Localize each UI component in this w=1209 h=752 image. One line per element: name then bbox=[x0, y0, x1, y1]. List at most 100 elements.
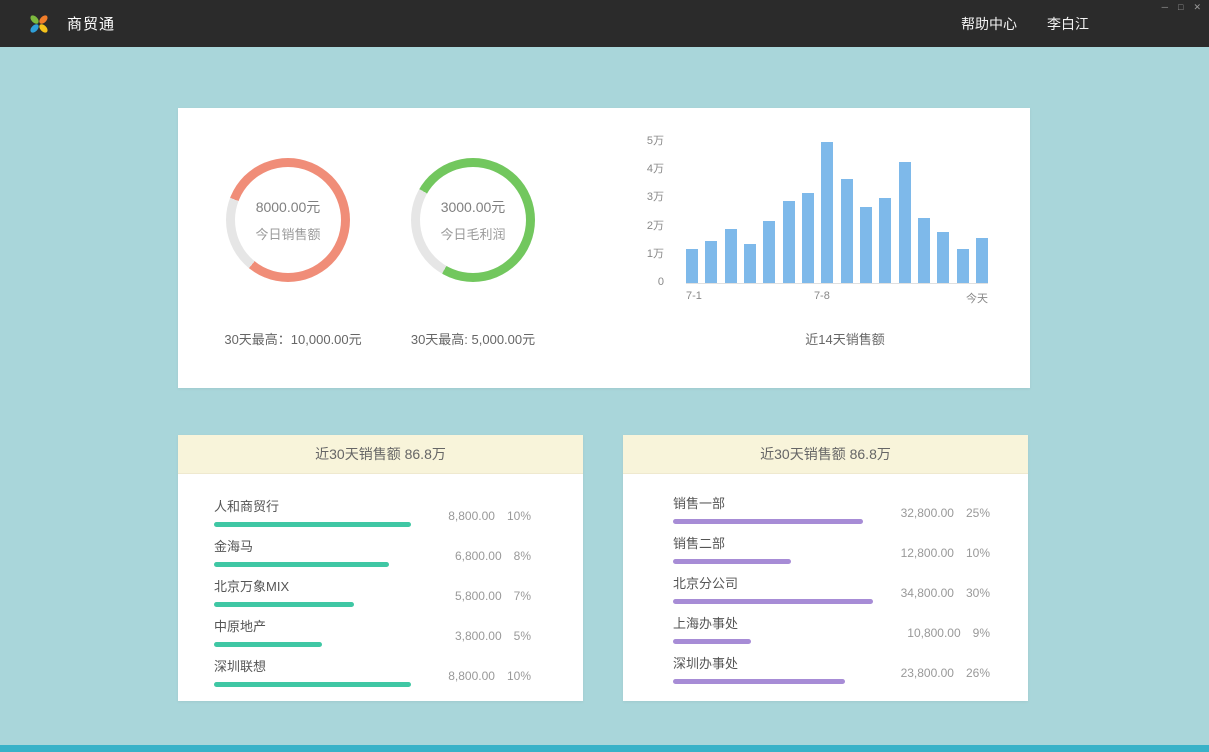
list-item: 北京万象MIX 5,800.00 7% bbox=[214, 567, 531, 607]
row-bar-fill bbox=[673, 679, 845, 684]
row-bar bbox=[673, 519, 873, 524]
row-label: 上海办事处 bbox=[673, 613, 873, 632]
row-value: 8,800.00 bbox=[448, 669, 495, 683]
row-bar bbox=[214, 522, 411, 527]
row-bar bbox=[673, 599, 873, 604]
row-percent: 25% bbox=[966, 506, 990, 520]
list-item: 北京分公司 34,800.0030% bbox=[673, 564, 990, 604]
row-percent: 26% bbox=[966, 666, 990, 680]
y-tick: 2万 bbox=[647, 221, 664, 232]
y-tick: 1万 bbox=[647, 249, 664, 260]
row-left: 销售二部 bbox=[673, 533, 873, 564]
window-controls: ─ □ ✕ bbox=[1162, 3, 1201, 12]
customer-rank-card: 近30天销售额 86.8万 人和商贸行 8,800.0010% 金海马 6,80… bbox=[178, 435, 583, 701]
row-label: 北京万象MIX bbox=[214, 576, 411, 595]
row-stats: 6,800.00 8% bbox=[455, 549, 531, 567]
row-stats: 32,800.00 25% bbox=[901, 506, 990, 524]
titlebar: 商贸通 帮助中心 李白江 ─ □ ✕ bbox=[0, 0, 1209, 47]
help-center-link[interactable]: 帮助中心 bbox=[961, 14, 1017, 34]
bar bbox=[899, 162, 911, 283]
donut-center: 8000.00元 今日销售额 bbox=[235, 167, 341, 273]
row-left: 深圳联想 bbox=[214, 656, 411, 687]
y-tick: 5万 bbox=[647, 136, 664, 147]
row-left: 中原地产 bbox=[214, 616, 411, 647]
row-stats: 8,800.0010% bbox=[448, 509, 531, 527]
today-profit-footnote: 30天最高: 5,000.00元 bbox=[363, 329, 583, 348]
bar bbox=[763, 221, 775, 283]
row-stats: 23,800.0026% bbox=[901, 666, 990, 684]
bar bbox=[725, 229, 737, 283]
row-percent: 8% bbox=[514, 549, 531, 563]
row-label: 金海马 bbox=[214, 536, 411, 555]
row-bar bbox=[673, 679, 873, 684]
row-value: 8,800.00 bbox=[448, 509, 495, 523]
row-value: 34,800.00 bbox=[901, 586, 954, 600]
bar bbox=[841, 179, 853, 283]
sales-bar-chart: 5万4万3万2万1万0 7-1 7-8 今天 bbox=[640, 136, 990, 316]
x-tick-first: 7-1 bbox=[686, 290, 702, 302]
today-sales-donut: 8000.00元 今日销售额 bbox=[226, 158, 350, 282]
row-label: 深圳办事处 bbox=[673, 653, 873, 672]
bar bbox=[918, 218, 930, 283]
today-profit-donut: 3000.00元 今日毛利润 bbox=[411, 158, 535, 282]
row-value: 12,800.00 bbox=[901, 546, 954, 560]
y-tick: 4万 bbox=[647, 164, 664, 175]
y-axis: 5万4万3万2万1万0 bbox=[640, 136, 664, 288]
row-percent: 10% bbox=[507, 669, 531, 683]
row-value: 6,800.00 bbox=[455, 549, 502, 563]
row-bar bbox=[673, 559, 873, 564]
row-stats: 3,800.005% bbox=[455, 629, 531, 647]
bar bbox=[802, 193, 814, 283]
bar bbox=[937, 232, 949, 283]
bar bbox=[957, 249, 969, 283]
row-stats: 34,800.0030% bbox=[901, 586, 990, 604]
row-bar-fill bbox=[673, 599, 873, 604]
bar bbox=[879, 198, 891, 283]
row-bar bbox=[214, 642, 411, 647]
row-stats: 12,800.0010% bbox=[901, 546, 990, 564]
row-bar-fill bbox=[214, 602, 354, 607]
row-bar-fill bbox=[673, 559, 791, 564]
footer-strip bbox=[0, 745, 1209, 752]
overview-card: 8000.00元 今日销售额 30天最高：10,000.00元 3000.00元… bbox=[178, 108, 1030, 388]
row-bar-fill bbox=[673, 639, 751, 644]
close-button[interactable]: ✕ bbox=[1193, 3, 1201, 12]
today-profit-value: 3000.00元 bbox=[441, 197, 506, 217]
row-bar bbox=[673, 639, 873, 644]
row-left: 上海办事处 bbox=[673, 613, 873, 644]
bar bbox=[744, 244, 756, 283]
row-label: 北京分公司 bbox=[673, 573, 873, 592]
x-tick-middle: 7-8 bbox=[814, 290, 830, 302]
user-menu[interactable]: 李白江 bbox=[1047, 14, 1089, 34]
row-bar-fill bbox=[214, 642, 322, 647]
row-bar-fill bbox=[673, 519, 863, 524]
row-left: 北京分公司 bbox=[673, 573, 873, 604]
row-bar bbox=[214, 682, 411, 687]
minimize-button[interactable]: ─ bbox=[1162, 3, 1168, 12]
customer-rank-list: 人和商贸行 8,800.0010% 金海马 6,800.008% 北京万象MIX bbox=[178, 474, 583, 687]
department-rank-card: 近30天销售额 86.8万 销售一部 32,800.0025% 销售二部 12,… bbox=[623, 435, 1028, 701]
row-bar bbox=[214, 602, 411, 607]
row-stats: 10,800.009% bbox=[907, 626, 990, 644]
department-rank-list: 销售一部 32,800.00 25% 销售二部 12,800.0010% 北京分公… bbox=[623, 474, 1028, 684]
row-label: 销售二部 bbox=[673, 533, 873, 552]
list-item: 销售二部 12,800.0010% bbox=[673, 524, 990, 564]
maximize-button[interactable]: □ bbox=[1178, 3, 1183, 12]
app-title: 商贸通 bbox=[67, 13, 115, 34]
row-bar-fill bbox=[214, 562, 389, 567]
row-bar bbox=[214, 562, 411, 567]
row-value: 32,800.00 bbox=[901, 506, 954, 520]
today-sales-label: 今日销售额 bbox=[255, 224, 320, 243]
bar bbox=[783, 201, 795, 283]
list-item: 上海办事处 10,800.009% bbox=[673, 604, 990, 644]
row-value: 5,800.00 bbox=[455, 589, 502, 603]
bar bbox=[705, 241, 717, 283]
bar bbox=[860, 207, 872, 283]
row-label: 人和商贸行 bbox=[214, 496, 411, 515]
bar bbox=[686, 249, 698, 283]
row-percent: 7% bbox=[514, 589, 531, 603]
row-left: 北京万象MIX bbox=[214, 576, 411, 607]
row-left: 销售一部 bbox=[673, 493, 873, 524]
y-tick: 3万 bbox=[647, 192, 664, 203]
customer-rank-header: 近30天销售额 86.8万 bbox=[178, 435, 583, 474]
